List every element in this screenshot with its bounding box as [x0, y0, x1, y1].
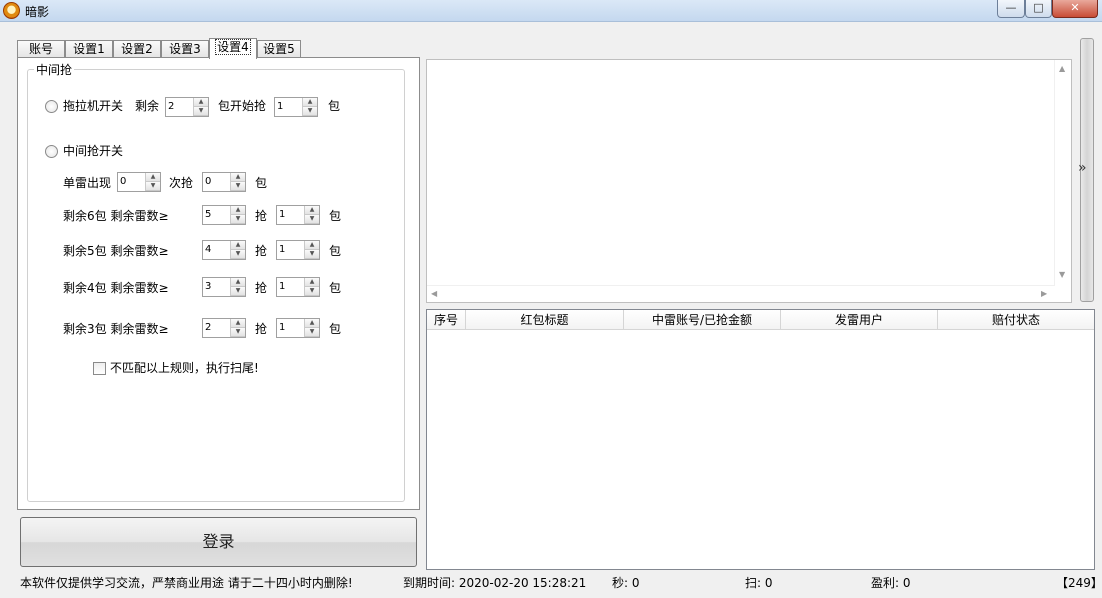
rule-5-mines-value[interactable]: 4	[205, 243, 211, 257]
close-icon[interactable]: ✕	[1052, 0, 1098, 18]
tractor-remain-spinner[interactable]: 2 ▲ ▼	[165, 97, 209, 117]
rule-4-grab-value[interactable]: 1	[279, 280, 285, 294]
times-grab-label: 次抢	[169, 176, 194, 190]
rule-6-grab-spinner[interactable]: 1 ▲ ▼	[276, 205, 320, 225]
column-header-hit-account[interactable]: 中雷账号/已抢金额	[624, 310, 781, 330]
log-vertical-scrollbar[interactable]: ▲ ▼	[1054, 60, 1071, 286]
rule-5-grab-spinner[interactable]: 1 ▲ ▼	[276, 240, 320, 260]
rule-3-mines-value[interactable]: 2	[205, 321, 211, 335]
rule-4-label: 剩余4包 剩余雷数≥	[63, 281, 169, 295]
unit-label: 包	[329, 322, 342, 336]
title-bar: 暗影 — □ ✕	[0, 0, 1102, 22]
rule-4-grab-spinner[interactable]: 1 ▲ ▼	[276, 277, 320, 297]
middle-grab-radio[interactable]	[45, 145, 58, 158]
grab-label: 抢	[255, 209, 268, 223]
rule-6-label: 剩余6包 剩余雷数≥	[63, 209, 169, 223]
sweep-checkbox[interactable]	[93, 362, 106, 375]
log-horizontal-scrollbar[interactable]: ◀ ▶	[427, 285, 1054, 302]
spin-arrows[interactable]: ▲ ▼	[230, 206, 245, 224]
grab-label: 抢	[255, 322, 268, 336]
tractor-label: 拖拉机开关	[63, 99, 124, 113]
spin-arrows[interactable]: ▲ ▼	[230, 241, 245, 259]
app-icon	[3, 2, 20, 19]
tab-settings-5[interactable]: 设置5	[257, 40, 301, 58]
single-mine-value-2[interactable]: 0	[205, 175, 211, 189]
column-header-index[interactable]: 序号	[427, 310, 466, 330]
rule-3-mines-spinner[interactable]: 2 ▲ ▼	[202, 318, 246, 338]
list-header: 序号 红包标题 中雷账号/已抢金额 发雷用户 赔付状态	[427, 310, 1094, 330]
spin-arrows[interactable]: ▲ ▼	[302, 98, 317, 116]
tractor-remain-value[interactable]: 2	[168, 100, 174, 114]
spin-arrows[interactable]: ▲ ▼	[145, 173, 160, 191]
spin-arrows[interactable]: ▲ ▼	[304, 278, 319, 296]
status-bar: 本软件仅提供学习交流，严禁商业用途 请于二十四小时内删除! 到期时间: 2020…	[0, 572, 1102, 594]
spin-arrows[interactable]: ▲ ▼	[304, 241, 319, 259]
tab-settings-2[interactable]: 设置2	[113, 40, 161, 58]
tab-account[interactable]: 账号	[17, 40, 65, 58]
spin-arrows[interactable]: ▲ ▼	[304, 319, 319, 337]
single-mine-spinner-1[interactable]: 0 ▲ ▼	[117, 172, 161, 192]
tractor-start-value[interactable]: 1	[277, 100, 283, 114]
single-mine-value-1[interactable]: 0	[120, 175, 126, 189]
maximize-icon[interactable]: □	[1025, 0, 1052, 18]
rule-4-mines-value[interactable]: 3	[205, 280, 211, 294]
middle-grab-label: 中间抢开关	[63, 144, 124, 158]
rule-6-grab-value[interactable]: 1	[279, 208, 285, 222]
column-header-payout[interactable]: 赔付状态	[938, 310, 1094, 330]
log-textarea[interactable]: ▲ ▼ ◀ ▶	[426, 59, 1072, 303]
sweep-label: 不匹配以上规则，执行扫尾!	[110, 361, 259, 375]
minimize-icon[interactable]: —	[997, 0, 1025, 18]
column-header-sender[interactable]: 发雷用户	[781, 310, 938, 330]
disclaimer-text: 本软件仅提供学习交流，严禁商业用途 请于二十四小时内删除!	[20, 576, 353, 590]
tractor-radio[interactable]	[45, 100, 58, 113]
tractor-start-spinner[interactable]: 1 ▲ ▼	[274, 97, 318, 117]
tab-settings-4[interactable]: 设置4	[209, 38, 257, 59]
single-mine-spinner-2[interactable]: 0 ▲ ▼	[202, 172, 246, 192]
tab-settings-3[interactable]: 设置3	[161, 40, 209, 58]
rule-6-mines-value[interactable]: 5	[205, 208, 211, 222]
rule-3-grab-value[interactable]: 1	[279, 321, 285, 335]
spin-arrows[interactable]: ▲ ▼	[193, 98, 208, 116]
unit-label: 包	[329, 209, 342, 223]
rule-6-mines-spinner[interactable]: 5 ▲ ▼	[202, 205, 246, 225]
scroll-up-icon[interactable]: ▲	[1059, 64, 1065, 74]
rule-3-label: 剩余3包 剩余雷数≥	[63, 322, 169, 336]
scroll-right-icon[interactable]: ▶	[1041, 289, 1047, 299]
grab-label: 抢	[255, 281, 268, 295]
column-header-title[interactable]: 红包标题	[466, 310, 624, 330]
login-button[interactable]: 登录	[20, 517, 417, 567]
spin-arrows[interactable]: ▲ ▼	[230, 173, 245, 191]
rule-3-grab-spinner[interactable]: 1 ▲ ▼	[276, 318, 320, 338]
remain-label: 剩余	[135, 99, 160, 113]
window-title: 暗影	[25, 5, 50, 19]
single-mine-label: 单雷出现	[63, 176, 112, 190]
unit-label: 包	[255, 176, 268, 190]
scroll-left-icon[interactable]: ◀	[431, 289, 437, 299]
spin-arrows[interactable]: ▲ ▼	[230, 319, 245, 337]
unit-label: 包	[329, 244, 342, 258]
total-counter: 【249】	[1056, 576, 1102, 590]
start-label: 包开始抢	[218, 99, 267, 113]
unit-label: 包	[328, 99, 341, 113]
result-listview[interactable]: 序号 红包标题 中雷账号/已抢金额 发雷用户 赔付状态	[426, 309, 1095, 570]
seconds-counter: 秒: 0	[612, 576, 640, 590]
rule-5-grab-value[interactable]: 1	[279, 243, 285, 257]
unit-label: 包	[329, 281, 342, 295]
rule-4-mines-spinner[interactable]: 3 ▲ ▼	[202, 277, 246, 297]
grab-label: 抢	[255, 244, 268, 258]
tab-settings-1[interactable]: 设置1	[65, 40, 113, 58]
spin-arrows[interactable]: ▲ ▼	[230, 278, 245, 296]
scan-counter: 扫: 0	[745, 576, 773, 590]
expand-panel-icon[interactable]: »	[1078, 160, 1087, 176]
rule-5-label: 剩余5包 剩余雷数≥	[63, 244, 169, 258]
spin-arrows[interactable]: ▲ ▼	[304, 206, 319, 224]
group-title: 中间抢	[34, 61, 75, 78]
scroll-down-icon[interactable]: ▼	[1059, 270, 1065, 280]
expire-time: 到期时间: 2020-02-20 15:28:21	[403, 576, 587, 590]
profit-counter: 盈利: 0	[871, 576, 911, 590]
rule-5-mines-spinner[interactable]: 4 ▲ ▼	[202, 240, 246, 260]
